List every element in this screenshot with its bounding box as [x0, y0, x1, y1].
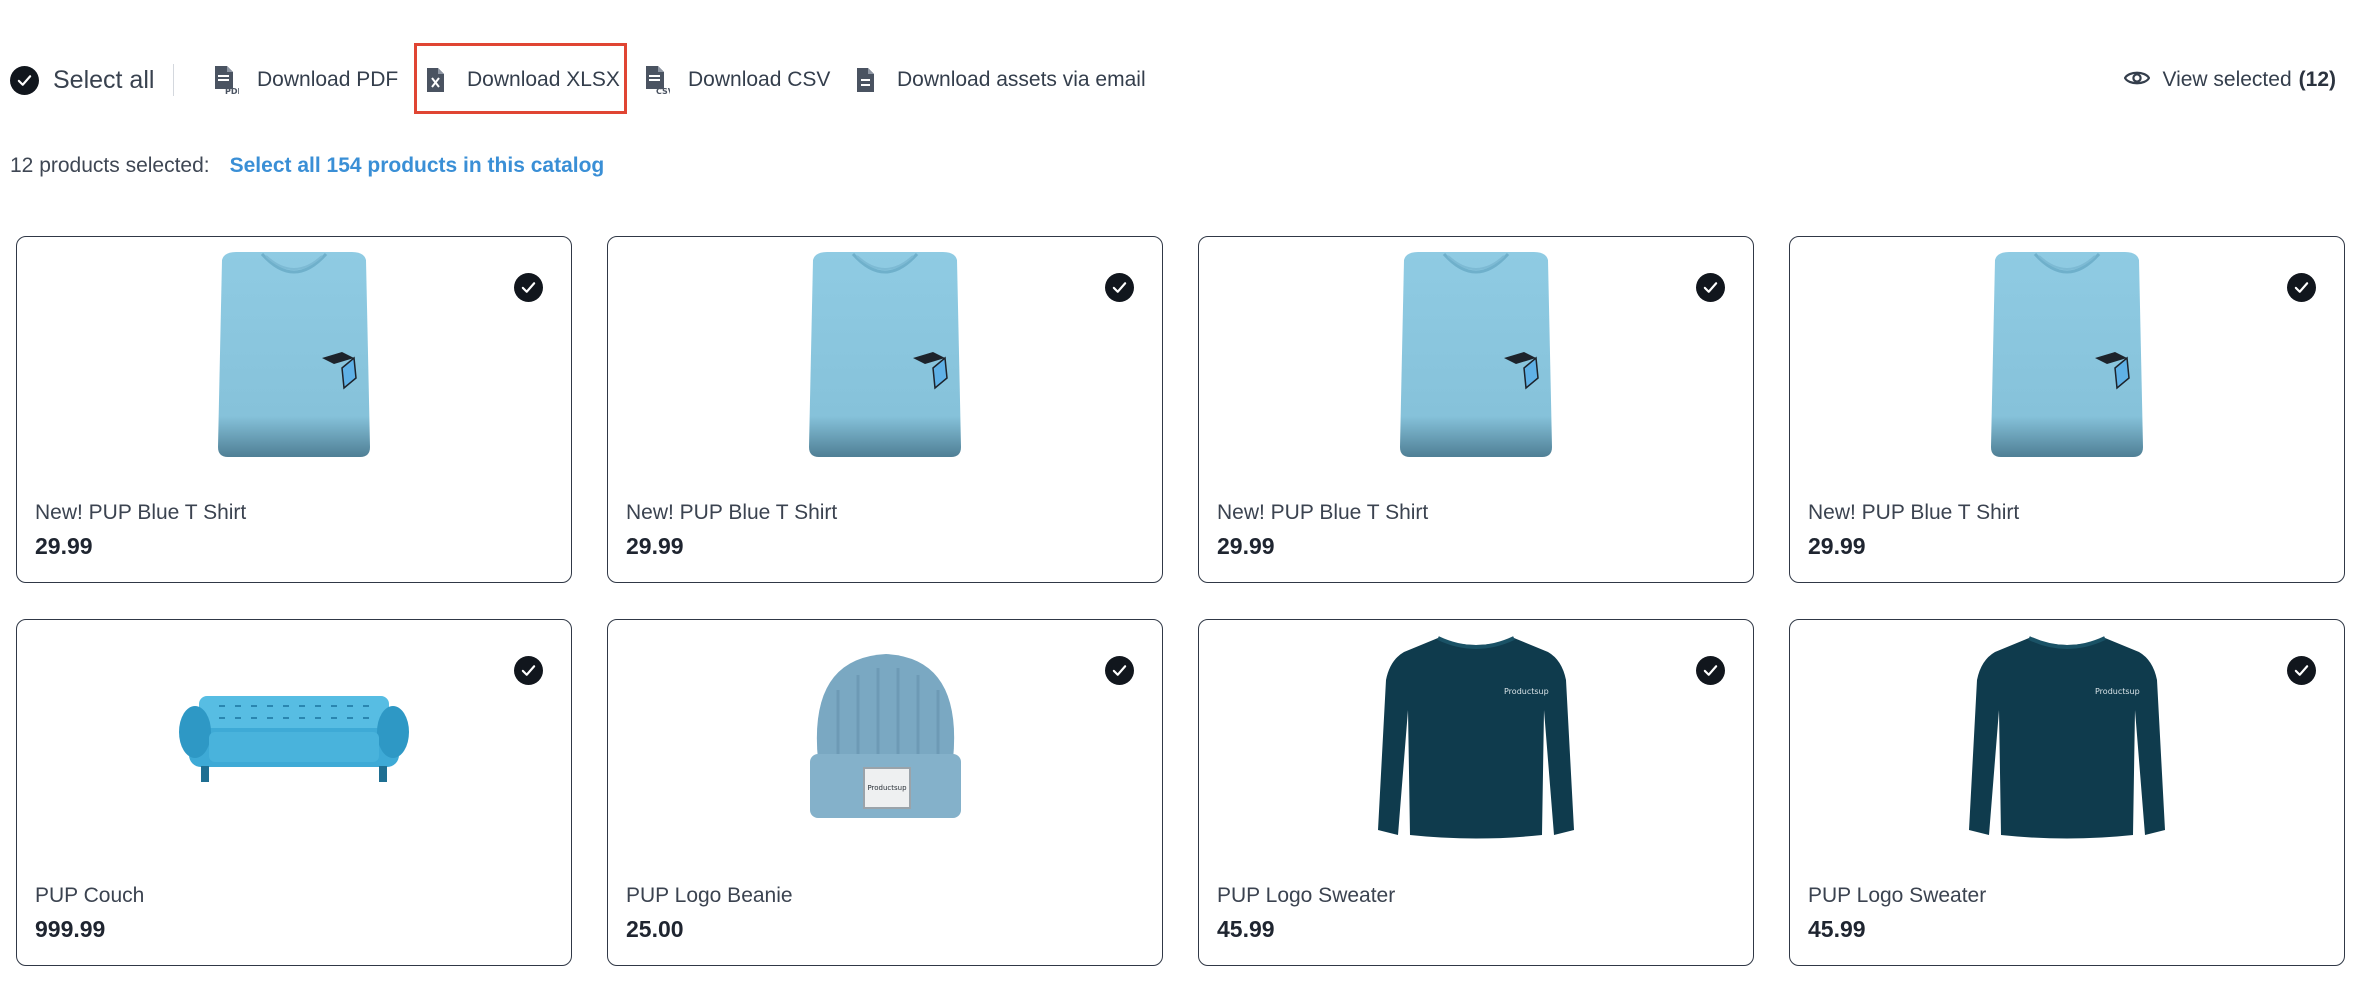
product-image: Productsup [1790, 632, 2344, 842]
select-all-catalog-link[interactable]: Select all 154 products in this catalog [230, 154, 605, 178]
selected-check-icon[interactable] [514, 273, 543, 302]
product-card[interactable]: New! PUP Blue T Shirt 29.99 [1789, 236, 2345, 583]
product-card[interactable]: Productsup PUP Logo Sweater 45.99 [1789, 619, 2345, 966]
selected-check-icon[interactable] [1105, 273, 1134, 302]
product-price: 999.99 [35, 916, 106, 942]
product-image: Productsup [608, 632, 1162, 842]
product-image [608, 249, 1162, 459]
download-email-label: Download assets via email [897, 68, 1146, 91]
view-selected-count: (12) [2298, 68, 2336, 91]
product-image [1199, 249, 1753, 459]
download-pdf-label: Download PDF [257, 68, 399, 91]
view-selected-label: View selected [2162, 68, 2292, 91]
svg-text:CSV: CSV [656, 87, 670, 95]
product-name: PUP Logo Beanie [626, 884, 793, 907]
product-name: New! PUP Blue T Shirt [1217, 501, 1429, 524]
product-price: 45.99 [1808, 916, 1866, 942]
check-circle-icon [10, 65, 39, 95]
document-icon [853, 65, 879, 95]
svg-text:Productsup: Productsup [867, 784, 907, 792]
product-card[interactable]: New! PUP Blue T Shirt 29.99 [16, 236, 572, 583]
product-price: 45.99 [1217, 916, 1275, 942]
product-name: PUP Couch [35, 884, 145, 907]
selected-check-icon[interactable] [1696, 656, 1725, 685]
csv-file-icon: CSV [644, 65, 675, 96]
selection-summary: 12 products selected: Select all 154 pro… [10, 154, 604, 178]
product-price: 29.99 [626, 533, 684, 559]
selected-check-icon[interactable] [2287, 273, 2316, 302]
svg-text:Productsup: Productsup [1504, 687, 1549, 696]
product-image [17, 632, 571, 842]
product-image [17, 249, 571, 459]
product-name: PUP Logo Sweater [1808, 884, 1987, 907]
product-card[interactable]: Productsup PUP Logo Beanie 25.00 [607, 619, 1163, 966]
download-csv-button[interactable]: CSV Download CSV [644, 48, 830, 112]
svg-text:Productsup: Productsup [2095, 687, 2140, 696]
eye-icon [2124, 69, 2162, 92]
selection-count-text: 12 products selected: [10, 154, 210, 177]
product-card[interactable]: PUP Couch 999.99 [16, 619, 572, 966]
product-card[interactable]: New! PUP Blue T Shirt 29.99 [607, 236, 1163, 583]
download-email-button[interactable]: Download assets via email [853, 48, 1146, 112]
product-name: New! PUP Blue T Shirt [1808, 501, 2020, 524]
selected-check-icon[interactable] [514, 656, 543, 685]
selected-check-icon[interactable] [1696, 273, 1725, 302]
selected-check-icon[interactable] [2287, 656, 2316, 685]
download-csv-label: Download CSV [688, 68, 831, 91]
toolbar: Select all PDF Download PDF Download XLS… [0, 48, 2370, 112]
product-image: Productsup [1199, 632, 1753, 842]
product-price: 29.99 [1808, 533, 1866, 559]
select-all-button[interactable]: Select all [10, 48, 154, 112]
product-name: PUP Logo Sweater [1217, 884, 1396, 907]
svg-text:PDF: PDF [225, 87, 239, 95]
download-pdf-button[interactable]: PDF Download PDF [213, 48, 398, 112]
product-name: New! PUP Blue T Shirt [626, 501, 838, 524]
pdf-file-icon: PDF [213, 65, 243, 96]
product-card[interactable]: Productsup PUP Logo Sweater 45.99 [1198, 619, 1754, 966]
product-price: 29.99 [1217, 533, 1275, 559]
product-card[interactable]: New! PUP Blue T Shirt 29.99 [1198, 236, 1754, 583]
select-all-label: Select all [53, 65, 155, 94]
view-selected-button[interactable]: View selected (12) [2124, 48, 2336, 112]
selected-check-icon[interactable] [1105, 656, 1134, 685]
product-image [1790, 249, 2344, 459]
product-name: New! PUP Blue T Shirt [35, 501, 247, 524]
product-price: 25.00 [626, 916, 684, 942]
highlight-box [414, 43, 627, 114]
toolbar-divider [173, 64, 174, 96]
product-price: 29.99 [35, 533, 93, 559]
